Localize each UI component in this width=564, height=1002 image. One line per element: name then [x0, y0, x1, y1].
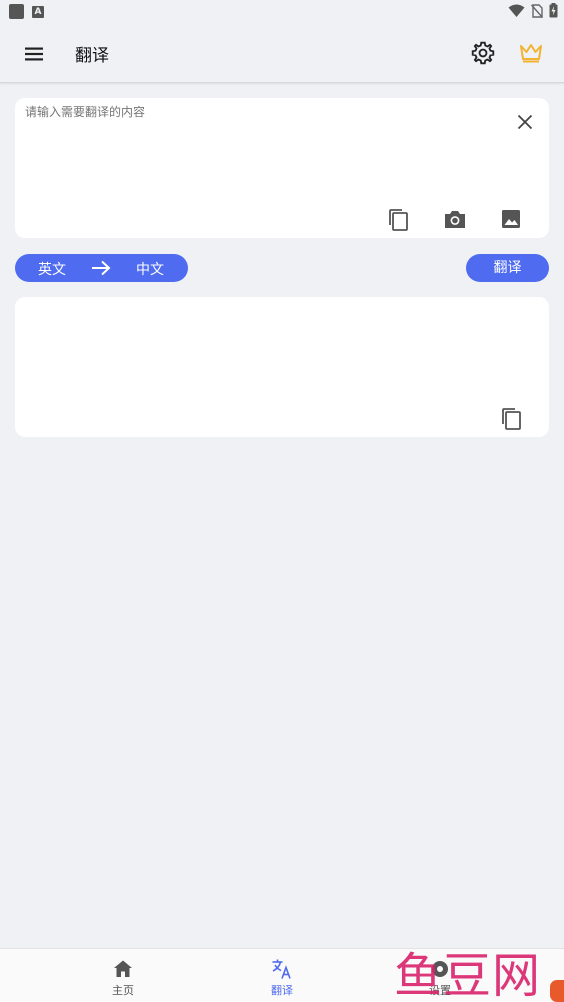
wifi-icon	[508, 4, 525, 17]
arrow-right-icon[interactable]	[90, 259, 112, 277]
result-text-card	[15, 297, 549, 437]
nav-item-home[interactable]: 主页	[83, 949, 163, 1002]
battery-charging-icon	[549, 3, 558, 18]
no-sim-icon	[531, 3, 543, 18]
settings-gear-icon[interactable]	[470, 40, 496, 66]
page-title: 翻译	[75, 46, 109, 66]
target-language[interactable]: 中文	[136, 259, 164, 279]
crown-icon[interactable]	[518, 41, 544, 65]
status-bar: A	[0, 0, 564, 24]
nav-label-home: 主页	[112, 984, 134, 997]
app-bar: 翻译	[0, 24, 564, 83]
translate-icon	[272, 959, 291, 979]
sd-card-icon	[9, 4, 24, 19]
image-icon[interactable]	[500, 208, 522, 230]
source-text-input[interactable]	[25, 103, 495, 193]
font-icon: A	[32, 5, 44, 18]
nav-item-translate[interactable]: 翻译	[242, 949, 322, 1002]
source-language[interactable]: 英文	[38, 259, 66, 279]
translate-button[interactable]: 翻译	[466, 254, 549, 282]
watermark-logo: 鱼豆网	[394, 948, 542, 1002]
clear-icon[interactable]	[515, 112, 535, 132]
source-text-card	[15, 98, 549, 238]
home-icon	[114, 960, 132, 977]
camera-icon[interactable]	[443, 208, 467, 230]
language-selector[interactable]: 英文 中文	[15, 254, 188, 282]
menu-icon[interactable]	[22, 42, 46, 66]
paste-icon[interactable]	[387, 208, 409, 232]
copy-icon[interactable]	[500, 407, 522, 431]
nav-label-translate: 翻译	[271, 984, 293, 997]
floating-badge[interactable]	[550, 980, 564, 1002]
